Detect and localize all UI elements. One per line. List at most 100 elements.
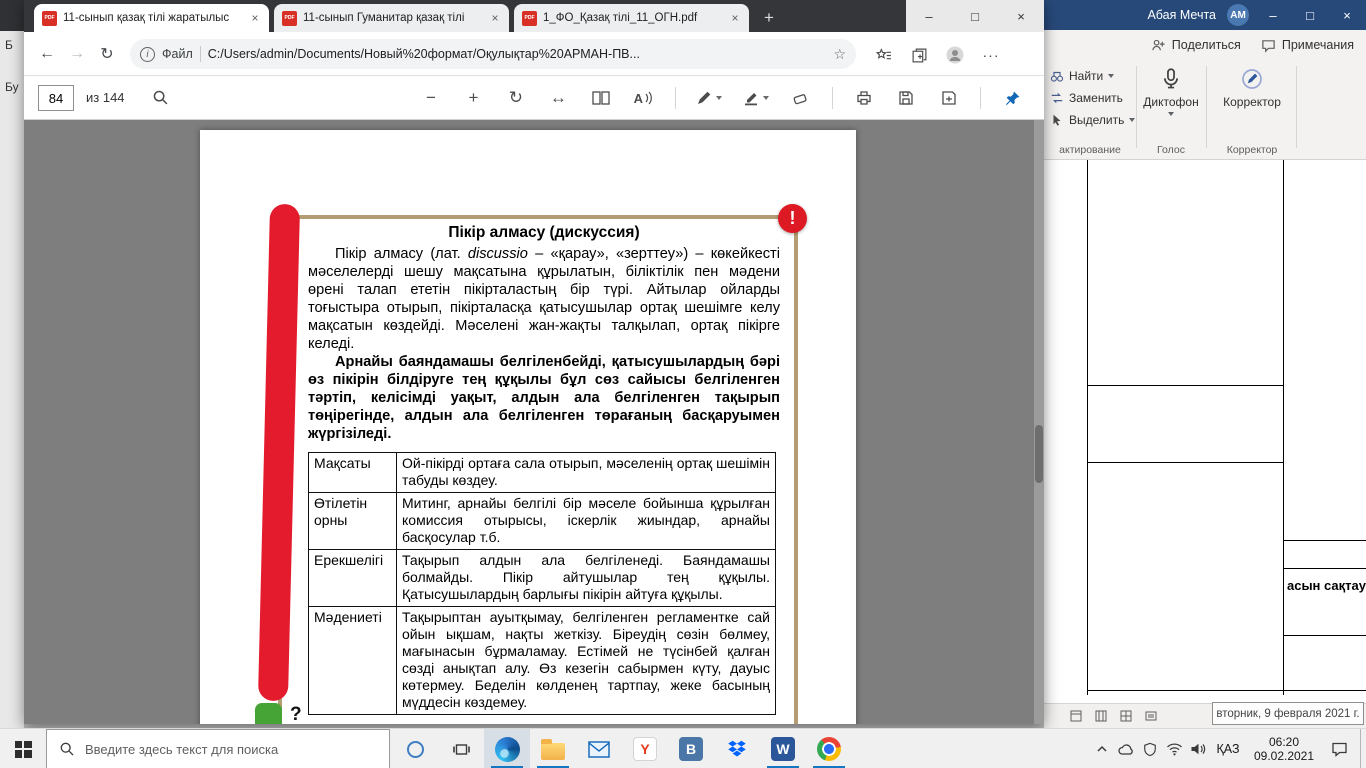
edge-taskbar-icon[interactable] bbox=[484, 729, 530, 768]
zoom-in-icon[interactable]: + bbox=[462, 83, 484, 113]
dictate-button[interactable]: Диктофон bbox=[1142, 66, 1200, 116]
forward-button[interactable]: → bbox=[62, 45, 92, 63]
tab-3[interactable]: PDF 1_ФО_Қазақ тілі_11_ОГН.pdf × bbox=[514, 4, 749, 32]
favorites-icon[interactable] bbox=[872, 44, 894, 66]
fit-width-icon[interactable]: ↔ bbox=[547, 83, 569, 113]
word-maximize-button[interactable]: □ bbox=[1297, 8, 1323, 23]
zoom-out-icon[interactable]: − bbox=[420, 83, 442, 113]
word-titlebar: Абая Мечта АМ – □ × bbox=[1044, 0, 1366, 30]
select-button[interactable]: Выделить bbox=[1050, 109, 1135, 131]
folder-icon bbox=[541, 743, 565, 760]
chrome-taskbar-icon[interactable] bbox=[806, 729, 852, 768]
network-wifi-icon[interactable] bbox=[1162, 729, 1186, 768]
account-name[interactable]: Абая Мечта bbox=[1147, 8, 1216, 22]
table-row: Мәдениеті Тақырыптан ауытқымау, белгілен… bbox=[309, 607, 776, 715]
dropbox-taskbar-icon[interactable] bbox=[714, 729, 760, 768]
profile-avatar-icon[interactable] bbox=[944, 44, 966, 66]
view-mode-icon[interactable] bbox=[1070, 710, 1082, 722]
save-icon[interactable] bbox=[895, 83, 917, 113]
chevron-down-icon[interactable] bbox=[763, 96, 769, 100]
comments-button-label: Примечания bbox=[1282, 38, 1354, 52]
explorer-taskbar-icon[interactable] bbox=[530, 729, 576, 768]
section-title: Пікір алмасу (дискуссия) bbox=[308, 224, 780, 242]
windows-logo-icon bbox=[15, 741, 32, 758]
dropbox-icon bbox=[726, 739, 748, 759]
save-as-icon[interactable] bbox=[938, 83, 960, 113]
tab-2[interactable]: PDF 11-сынып Гуманитар қазақ тілі × bbox=[274, 4, 509, 32]
table-gridline bbox=[1283, 635, 1366, 636]
clock[interactable]: 06:20 09.02.2021 bbox=[1246, 735, 1322, 763]
pdf-tools: − + ↻ ↔ A bbox=[420, 76, 1024, 120]
security-shield-icon[interactable] bbox=[1138, 729, 1162, 768]
new-tab-button[interactable]: + bbox=[757, 6, 781, 30]
language-indicator[interactable]: ҚАЗ bbox=[1210, 742, 1246, 756]
onedrive-cloud-icon[interactable] bbox=[1114, 729, 1138, 768]
replace-button[interactable]: Заменить bbox=[1050, 87, 1135, 109]
start-button[interactable] bbox=[0, 729, 46, 768]
address-bar[interactable]: i Файл C:/Users/admin/Documents/Новый%20… bbox=[130, 39, 856, 69]
document-text-fragment: асын сақтау bbox=[1287, 578, 1366, 593]
comments-button[interactable]: Примечания bbox=[1261, 38, 1354, 53]
chevron-down-icon[interactable] bbox=[716, 96, 722, 100]
word-icon: W bbox=[771, 737, 795, 761]
tab-close-icon[interactable]: × bbox=[249, 11, 261, 25]
favorite-star-icon[interactable]: ☆ bbox=[833, 46, 846, 63]
read-aloud-icon[interactable]: A bbox=[632, 83, 654, 113]
view-mode-icon[interactable] bbox=[1145, 710, 1157, 722]
yandex-taskbar-icon[interactable]: Y bbox=[622, 729, 668, 768]
replace-button-label: Заменить bbox=[1069, 91, 1123, 105]
system-tray: ҚАЗ 06:20 09.02.2021 bbox=[1090, 729, 1366, 768]
hidden-icons-chevron[interactable] bbox=[1090, 729, 1114, 768]
binoculars-icon bbox=[1050, 69, 1064, 83]
page-number-input[interactable] bbox=[38, 85, 74, 111]
draw-pen-icon[interactable] bbox=[696, 83, 722, 113]
scrollbar[interactable] bbox=[1034, 120, 1044, 724]
editor-button[interactable]: Корректор bbox=[1214, 66, 1290, 109]
ribbon-group-editor-label: Корректор bbox=[1212, 144, 1292, 156]
search-icon[interactable] bbox=[152, 89, 169, 106]
find-button[interactable]: Найти bbox=[1050, 65, 1135, 87]
word-window[interactable]: Абая Мечта АМ – □ × Поделиться Примечани… bbox=[1044, 0, 1366, 728]
browser-close-button[interactable]: × bbox=[998, 0, 1044, 32]
highlighter-icon[interactable] bbox=[743, 83, 769, 113]
view-mode-icon[interactable] bbox=[1095, 710, 1107, 722]
pdf-page: Пікір алмасу (дискуссия) Пікір алмасу (л… bbox=[200, 130, 856, 724]
taskbar-search[interactable] bbox=[46, 729, 390, 768]
word-minimize-button[interactable]: – bbox=[1260, 8, 1286, 23]
mail-taskbar-icon[interactable] bbox=[576, 729, 622, 768]
back-button[interactable]: ← bbox=[32, 45, 62, 63]
account-avatar[interactable]: АМ bbox=[1227, 4, 1249, 26]
table-gridline bbox=[1283, 568, 1366, 569]
refresh-button[interactable]: ↻ bbox=[92, 44, 122, 64]
word-close-button[interactable]: × bbox=[1334, 8, 1360, 23]
word-taskbar-icon[interactable]: W bbox=[760, 729, 806, 768]
search-input[interactable] bbox=[85, 742, 365, 757]
settings-menu-icon[interactable]: ··· bbox=[980, 44, 1002, 66]
tab-1[interactable]: PDF 11-сынып қазақ тілі жаратылыс × bbox=[34, 4, 269, 32]
vk-taskbar-icon[interactable]: В bbox=[668, 729, 714, 768]
volume-icon[interactable] bbox=[1186, 729, 1210, 768]
word-document[interactable]: асын сақтау bbox=[1044, 160, 1366, 703]
share-button[interactable]: Поделиться bbox=[1151, 38, 1241, 53]
paragraph-bold: Арнайы баяндамашы белгіленбейді, қатысуш… bbox=[308, 353, 780, 443]
pin-toolbar-icon[interactable] bbox=[1002, 83, 1024, 113]
eraser-icon[interactable] bbox=[789, 83, 811, 113]
show-desktop-button[interactable] bbox=[1360, 729, 1366, 768]
print-icon[interactable] bbox=[853, 83, 875, 113]
table-definition-cell: Тақырып алдын ала белгіленеді. Баяндамаш… bbox=[397, 550, 776, 607]
alert-badge: ! bbox=[778, 204, 807, 233]
rotate-icon[interactable]: ↻ bbox=[505, 83, 527, 113]
browser-minimize-button[interactable]: – bbox=[906, 0, 952, 32]
browser-maximize-button[interactable]: □ bbox=[952, 0, 998, 32]
page-info-icon[interactable]: i bbox=[140, 47, 155, 62]
info-glyph: i bbox=[146, 49, 148, 60]
scrollbar-thumb[interactable] bbox=[1035, 425, 1043, 483]
cortana-button[interactable] bbox=[392, 729, 438, 768]
action-center-icon[interactable] bbox=[1322, 729, 1356, 768]
collections-icon[interactable] bbox=[908, 44, 930, 66]
page-view-icon[interactable] bbox=[590, 83, 612, 113]
task-view-button[interactable] bbox=[438, 729, 484, 768]
tab-close-icon[interactable]: × bbox=[489, 11, 501, 25]
view-mode-icon[interactable] bbox=[1120, 710, 1132, 722]
tab-close-icon[interactable]: × bbox=[729, 11, 741, 25]
